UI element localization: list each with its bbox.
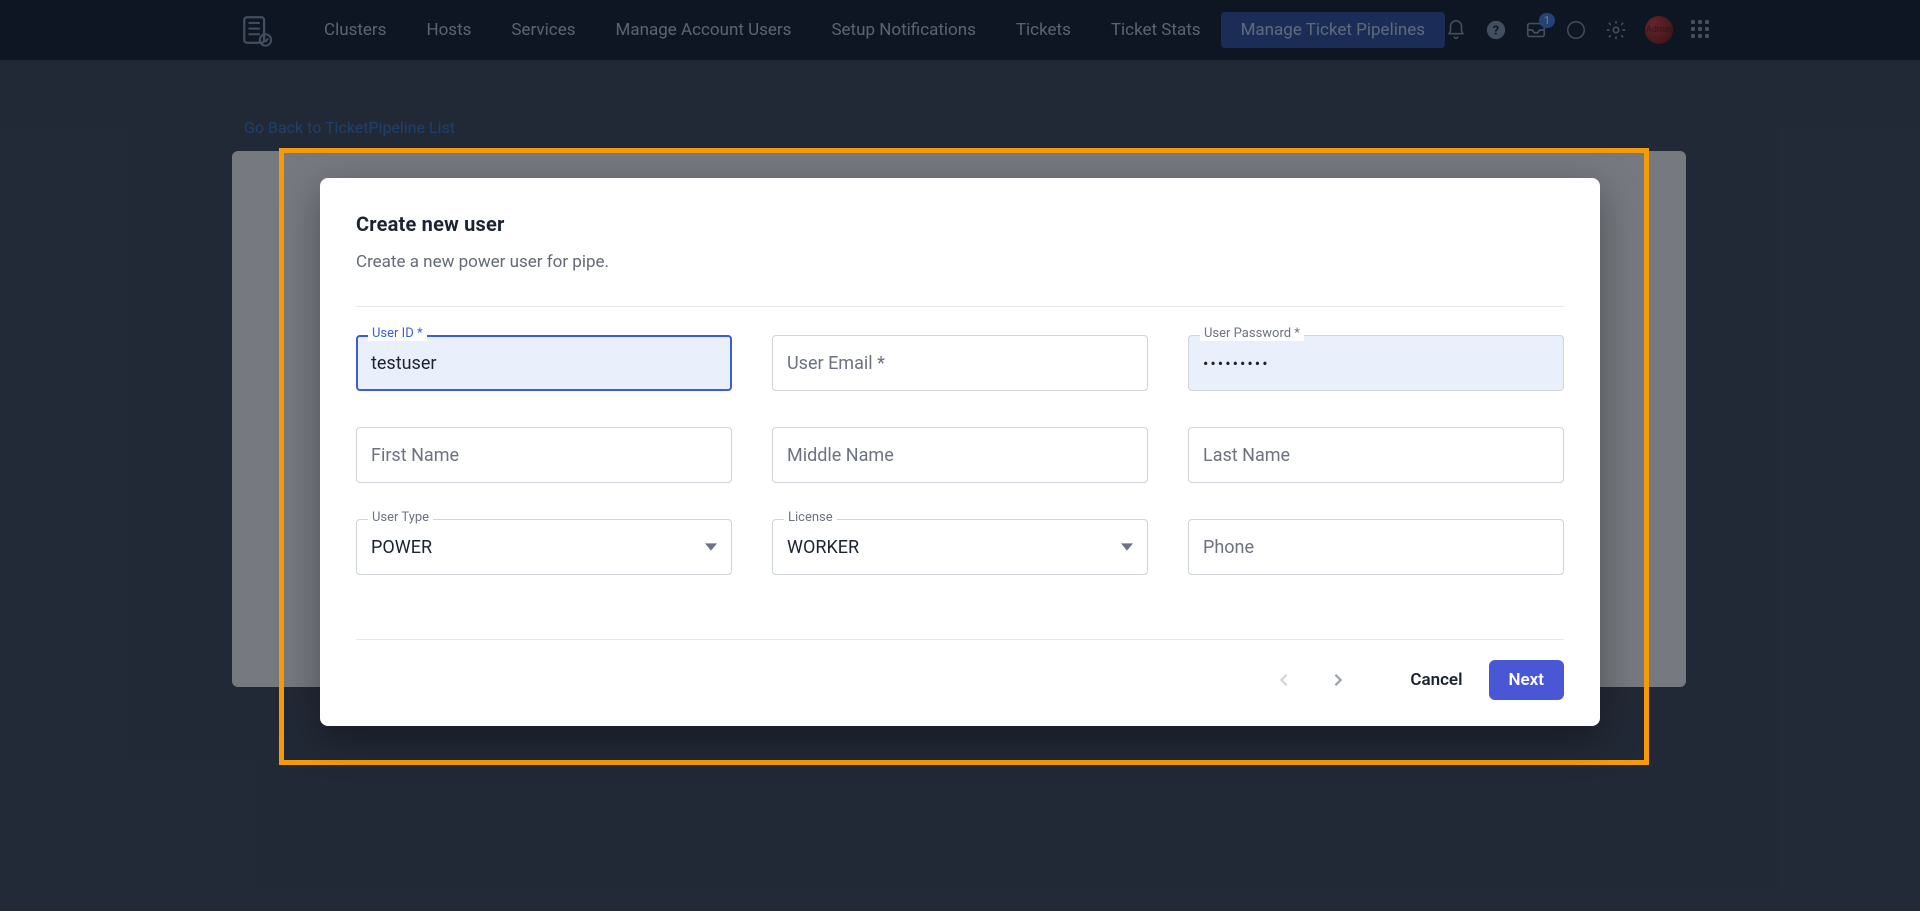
- dialog-subtitle: Create a new power user for pipe.: [356, 252, 1564, 272]
- phone-placeholder: Phone: [1203, 537, 1254, 558]
- chevron-down-icon: [1121, 537, 1133, 558]
- dialog-title: Create new user: [356, 212, 1564, 236]
- license-select[interactable]: License WORKER: [772, 519, 1148, 575]
- divider: [356, 306, 1564, 307]
- form-grid: User ID * testuser User Email * User Pas…: [356, 335, 1564, 575]
- last-name-placeholder: Last Name: [1203, 445, 1290, 466]
- user-email-field[interactable]: User Email *: [772, 335, 1148, 391]
- user-password-label: User Password *: [1200, 326, 1304, 341]
- user-password-field[interactable]: User Password * •••••••••: [1188, 335, 1564, 391]
- user-type-label: User Type: [368, 510, 433, 525]
- user-id-label: User ID *: [368, 326, 427, 341]
- next-button[interactable]: Next: [1489, 660, 1565, 700]
- phone-field[interactable]: Phone: [1188, 519, 1564, 575]
- next-step-button[interactable]: [1324, 666, 1352, 694]
- user-type-select[interactable]: User Type POWER: [356, 519, 732, 575]
- user-id-field[interactable]: User ID * testuser: [356, 335, 732, 391]
- cancel-button[interactable]: Cancel: [1410, 670, 1462, 690]
- user-email-placeholder: User Email *: [787, 353, 885, 374]
- user-password-value: •••••••••: [1203, 354, 1270, 373]
- create-user-dialog: Create new user Create a new power user …: [320, 178, 1600, 726]
- chevron-down-icon: [705, 537, 717, 558]
- first-name-field[interactable]: First Name: [356, 427, 732, 483]
- prev-step-button[interactable]: [1270, 666, 1298, 694]
- divider: [356, 639, 1564, 640]
- license-value: WORKER: [787, 537, 859, 558]
- license-label: License: [784, 510, 837, 525]
- middle-name-placeholder: Middle Name: [787, 445, 894, 466]
- first-name-placeholder: First Name: [371, 445, 459, 466]
- dialog-footer: Cancel Next: [356, 660, 1564, 700]
- user-type-value: POWER: [371, 537, 432, 558]
- user-id-value: testuser: [371, 353, 436, 374]
- middle-name-field[interactable]: Middle Name: [772, 427, 1148, 483]
- last-name-field[interactable]: Last Name: [1188, 427, 1564, 483]
